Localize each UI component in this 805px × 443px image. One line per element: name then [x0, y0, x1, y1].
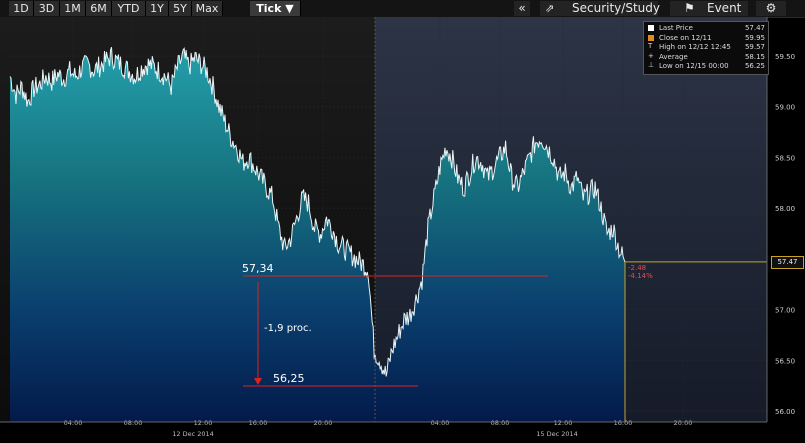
- low-value-label: 56,25: [273, 372, 305, 385]
- drop-percent-label: -1,9 proc.: [264, 323, 312, 334]
- change-absolute: -2.48: [628, 264, 646, 272]
- legend-label: High on 12/12 12:45: [659, 43, 731, 51]
- y-tick-label: 58.00: [775, 205, 795, 213]
- chart-area: 59.5059.0058.5058.0057.5057.0056.5056.00…: [0, 17, 805, 439]
- chevron-down-icon: ▼: [285, 2, 294, 15]
- flag-icon: ⚑: [684, 1, 695, 15]
- last-price-tag: 57.47: [771, 256, 804, 269]
- y-tick-label: 56.50: [775, 357, 795, 365]
- chart-toolbar: 1D 3D 1M 6M YTD 1Y 5Y Max Tick ▼ « ⇗ Security/S…: [0, 0, 805, 18]
- range-button-5y[interactable]: 5Y: [169, 1, 192, 16]
- high-marker-icon: T: [648, 42, 653, 50]
- price-chart: 59.5059.0058.5058.0057.5057.0056.5056.00…: [0, 17, 795, 438]
- range-button-1d[interactable]: 1D: [9, 1, 34, 16]
- y-tick-label: 59.00: [775, 104, 795, 112]
- chart-legend: Last Price 57.47 Close on 12/11 59.95 T …: [643, 21, 769, 75]
- range-button-1y[interactable]: 1Y: [146, 1, 169, 16]
- legend-row-last: Last Price 57.47: [647, 24, 765, 34]
- legend-row-average: + Average 58.15: [647, 51, 765, 63]
- legend-value: 59.95: [744, 33, 765, 42]
- range-button-1m[interactable]: 1M: [60, 1, 86, 16]
- legend-row-close: Close on 12/11 59.95: [647, 34, 765, 44]
- y-tick-label: 58.50: [775, 154, 795, 162]
- range-button-ytd[interactable]: YTD: [112, 1, 146, 16]
- x-axis: 04:00 08:00 12:00 16:00 20:00 04:00 08:00 12:00…: [0, 419, 767, 438]
- tick-dropdown[interactable]: Tick ▼: [250, 1, 301, 16]
- security-study-label: Security/Study: [572, 1, 660, 15]
- x-tick-label: 12:00: [554, 419, 573, 427]
- collapse-button[interactable]: «: [514, 1, 530, 16]
- y-axis: 59.5059.0058.5058.0057.5057.0056.5056.00: [766, 17, 795, 422]
- legend-value: 59.57: [744, 43, 765, 51]
- x-tick-label: 04:00: [431, 419, 450, 427]
- legend-label: Low on 12/15 00:00: [659, 62, 729, 70]
- tick-label: Tick: [256, 2, 282, 15]
- event-label: Event: [707, 1, 742, 15]
- x-tick-label: 20:00: [674, 419, 693, 427]
- legend-value: 58.15: [744, 52, 765, 61]
- x-tick-label: 16:00: [614, 419, 633, 427]
- legend-label: Last Price: [659, 24, 693, 32]
- range-button-3d[interactable]: 3D: [34, 1, 60, 16]
- x-day-label: 12 Dec 2014: [172, 430, 214, 438]
- legend-row-low: ⊥ Low on 12/15 00:00 56.25: [647, 62, 765, 72]
- y-tick-label: 59.50: [775, 53, 795, 61]
- legend-value: 57.47: [744, 24, 765, 32]
- square-icon: [648, 34, 654, 41]
- x-tick-label: 12:00: [194, 419, 213, 427]
- settings-button[interactable]: ⚙: [756, 1, 786, 16]
- x-tick-label: 04:00: [64, 419, 83, 427]
- x-tick-label: 08:00: [124, 419, 143, 427]
- change-percent: -4.14%: [628, 272, 653, 280]
- range-button-max[interactable]: Max: [192, 1, 223, 16]
- x-day-label: 15 Dec 2014: [536, 430, 578, 438]
- gear-icon: ⚙: [765, 1, 777, 15]
- security-study-button[interactable]: ⇗ Security/Study: [540, 1, 660, 16]
- legend-label: Average: [659, 52, 688, 61]
- x-tick-label: 20:00: [314, 419, 333, 427]
- low-marker-icon: ⊥: [648, 61, 655, 69]
- square-icon: [648, 25, 654, 31]
- y-tick-label: 57.00: [775, 307, 795, 315]
- x-tick-label: 16:00: [249, 419, 268, 427]
- legend-label: Close on 12/11: [659, 33, 712, 42]
- chart-icon: ⇗: [545, 2, 555, 15]
- x-tick-label: 08:00: [491, 419, 510, 427]
- average-marker-icon: +: [648, 51, 654, 60]
- high-value-label: 57,34: [242, 262, 274, 275]
- event-button[interactable]: ⚑ Event: [670, 1, 748, 16]
- legend-row-high: T High on 12/12 12:45 59.57: [647, 43, 765, 53]
- y-tick-label: 56.00: [775, 408, 795, 416]
- legend-value: 56.25: [744, 62, 765, 70]
- range-button-6m[interactable]: 6M: [86, 1, 112, 16]
